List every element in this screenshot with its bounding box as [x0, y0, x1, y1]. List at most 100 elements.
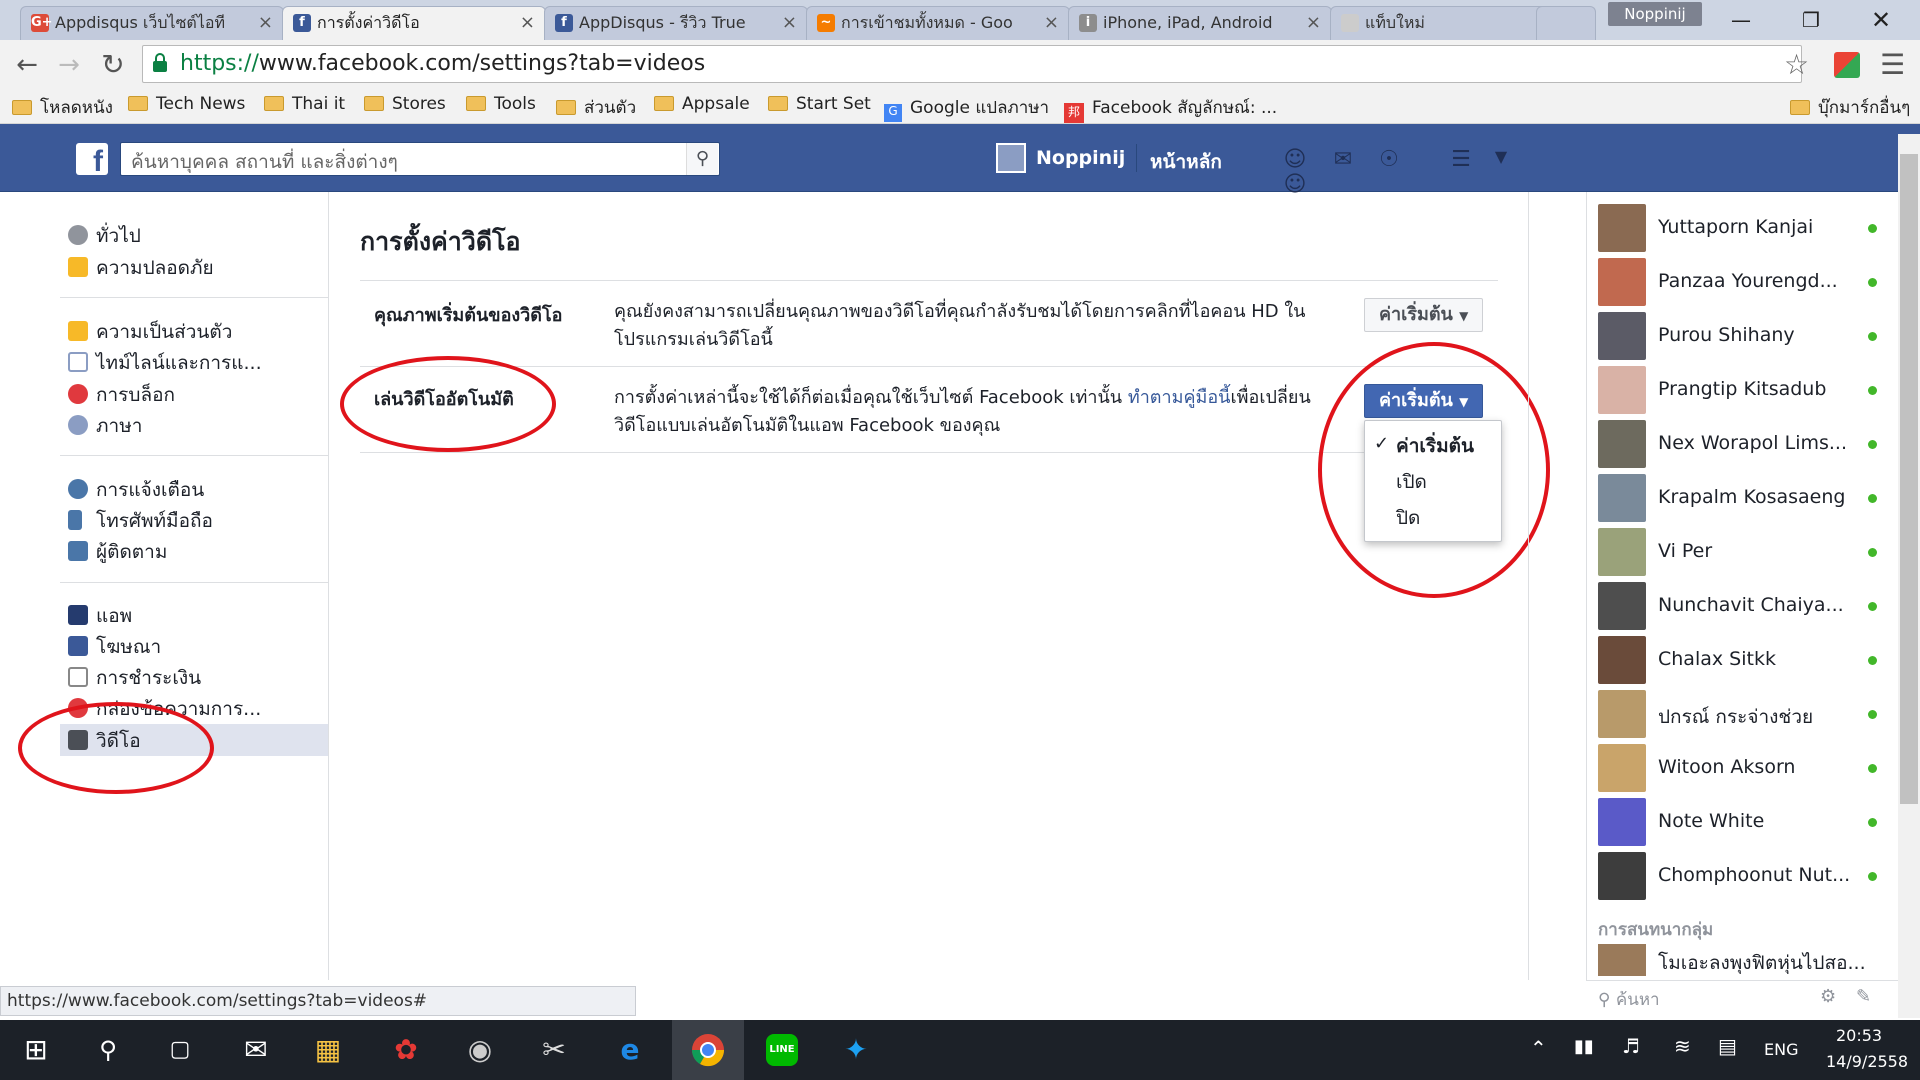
- tab-close-icon[interactable]: ×: [520, 7, 535, 39]
- bookmark-item[interactable]: Appsale: [654, 94, 750, 114]
- line-app-icon[interactable]: LINE: [760, 1030, 804, 1070]
- bookmark-star-icon[interactable]: ☆: [1784, 48, 1809, 81]
- chat-contact[interactable]: Chomphoonut Nut...: [1598, 852, 1888, 900]
- photoscape-icon[interactable]: ◉: [458, 1030, 502, 1070]
- nav-item-notifications[interactable]: การแจ้งเตือน: [68, 475, 204, 501]
- tab-close-icon[interactable]: ×: [782, 7, 797, 39]
- chevron-up-icon[interactable]: ⌃: [1530, 1036, 1547, 1060]
- chat-contact[interactable]: Purou Shihany: [1598, 312, 1888, 360]
- menu-icon[interactable]: ☰: [1880, 48, 1905, 81]
- notifications-globe-icon[interactable]: ☉: [1372, 147, 1406, 173]
- bookmark-item[interactable]: โหลดหนัง: [12, 94, 113, 121]
- wifi-icon[interactable]: ≋: [1674, 1034, 1691, 1058]
- scrollbar-thumb[interactable]: [1900, 154, 1918, 804]
- autoplay-guide-link[interactable]: ทำตามคู่มือนี้: [1128, 387, 1231, 408]
- nav-item-privacy[interactable]: ความเป็นส่วนตัว: [68, 317, 232, 343]
- input-language[interactable]: ENG: [1764, 1040, 1798, 1059]
- nav-item-blocking[interactable]: การบล็อก: [68, 380, 175, 406]
- avatar[interactable]: [996, 143, 1026, 173]
- nav-item-security[interactable]: ความปลอดภัย: [68, 253, 214, 279]
- tab-close-icon[interactable]: ×: [258, 7, 273, 39]
- compose-icon[interactable]: ✎: [1856, 986, 1871, 1007]
- chat-contact[interactable]: Witoon Aksorn: [1598, 744, 1888, 792]
- file-explorer-icon[interactable]: ▦: [306, 1030, 350, 1070]
- forward-icon[interactable]: →: [52, 48, 86, 82]
- browser-tab[interactable]: f การตั้งค่าวิดีโอ ×: [282, 6, 546, 40]
- quality-dropdown[interactable]: ค่าเริ่มต้น ▼: [1364, 298, 1484, 332]
- chat-contact[interactable]: Note White: [1598, 798, 1888, 846]
- profile-link[interactable]: Noppinij: [1036, 147, 1125, 169]
- action-center-icon[interactable]: ▤: [1718, 1034, 1737, 1058]
- search-icon[interactable]: ⚲: [686, 143, 718, 175]
- chat-contact[interactable]: Vi Per: [1598, 528, 1888, 576]
- facebook-search-input[interactable]: ค้นหาบุคคล สถานที่ และสิ่งต่างๆ: [120, 142, 720, 176]
- chrome-icon[interactable]: [686, 1030, 730, 1070]
- bookmark-item[interactable]: Stores: [364, 94, 446, 114]
- volume-icon[interactable]: ♬: [1622, 1034, 1640, 1058]
- bookmark-item[interactable]: 邦 Facebook สัญลักษณ์: ...: [1064, 94, 1277, 123]
- bookmark-item[interactable]: Tools: [466, 94, 536, 114]
- chat-contact[interactable]: Nunchavit Chaiya...: [1598, 582, 1888, 630]
- nav-item-apps[interactable]: แอพ: [68, 601, 132, 627]
- group-conversation-item[interactable]: โมเอะลงพุงฟิตหุ่นไปสอ...: [1658, 948, 1888, 978]
- app-icon[interactable]: ✿: [384, 1030, 428, 1070]
- twitter-icon[interactable]: ✦: [834, 1030, 878, 1070]
- nav-item-language[interactable]: ภาษา: [68, 411, 142, 437]
- contact-name: Chomphoonut Nut...: [1658, 864, 1851, 886]
- privacy-shortcuts-icon[interactable]: ☰: [1444, 147, 1478, 173]
- nav-item-followers[interactable]: ผู้ติดตาม: [68, 537, 167, 563]
- extension-icon[interactable]: [1834, 52, 1860, 78]
- close-window-icon[interactable]: ✕: [1856, 4, 1906, 36]
- home-link[interactable]: หน้าหลัก: [1150, 147, 1222, 177]
- bookmark-item[interactable]: Start Set: [768, 94, 871, 114]
- facebook-logo-icon[interactable]: f: [76, 143, 108, 178]
- battery-icon[interactable]: ▮▮: [1574, 1036, 1594, 1057]
- browser-tab[interactable]: f AppDisqus - รีวิว True ×: [544, 6, 808, 40]
- mail-icon[interactable]: ✉: [234, 1030, 278, 1070]
- edge-icon[interactable]: e: [608, 1030, 652, 1070]
- chat-contact[interactable]: Prangtip Kitsadub: [1598, 366, 1888, 414]
- chat-contact[interactable]: Panzaa Yourengd...: [1598, 258, 1888, 306]
- messages-icon[interactable]: ✉: [1326, 147, 1360, 173]
- chat-contact[interactable]: Chalax Sitkk: [1598, 636, 1888, 684]
- other-bookmarks[interactable]: บุ๊กมาร์กอื่นๆ: [1790, 94, 1910, 121]
- chat-contact[interactable]: Nex Worapol Lims...: [1598, 420, 1888, 468]
- bookmark-item[interactable]: Tech News: [128, 94, 245, 114]
- nav-item-general[interactable]: ทั่วไป: [68, 221, 141, 247]
- chat-search-placeholder: ค้นหา: [1615, 990, 1660, 1010]
- bookmark-item[interactable]: G Google แปลภาษา: [884, 94, 1049, 122]
- task-view-icon[interactable]: ▢: [158, 1030, 202, 1070]
- nav-item-ads[interactable]: โฆษณา: [68, 632, 161, 658]
- bookmark-item[interactable]: Thai it: [264, 94, 345, 114]
- chat-contact[interactable]: Krapalm Kosasaeng: [1598, 474, 1888, 522]
- bookmark-item[interactable]: ส่วนตัว: [556, 94, 636, 121]
- avatar: [1598, 474, 1646, 522]
- browser-tab[interactable]: G+ Appdisqus เว็บไซต์ไอที ×: [20, 6, 284, 40]
- search-icon[interactable]: ⚲: [86, 1030, 130, 1070]
- minimize-icon[interactable]: —: [1716, 4, 1766, 36]
- windows-start-icon[interactable]: ⊞: [14, 1030, 58, 1070]
- tab-close-icon[interactable]: ×: [1044, 7, 1059, 39]
- chevron-down-icon: ▼: [1459, 309, 1469, 323]
- tab-close-icon[interactable]: ×: [1306, 7, 1321, 39]
- clock-date[interactable]: 14/9/2558: [1826, 1052, 1908, 1071]
- clock-time[interactable]: 20:53: [1836, 1026, 1882, 1045]
- account-menu-chevron-down-icon[interactable]: ▼: [1484, 147, 1518, 173]
- friend-requests-icon[interactable]: ☺☺: [1278, 147, 1312, 197]
- new-tab-button[interactable]: [1536, 6, 1596, 40]
- profile-name[interactable]: Noppinij: [1608, 2, 1702, 26]
- chat-contact[interactable]: Yuttaporn Kanjai: [1598, 204, 1888, 252]
- browser-tab[interactable]: i iPhone, iPad, Android ×: [1068, 6, 1332, 40]
- back-icon[interactable]: ←: [10, 48, 44, 82]
- chat-search-input[interactable]: ⚲ ค้นหา: [1598, 986, 1660, 1013]
- restore-icon[interactable]: ❐: [1786, 4, 1836, 36]
- nav-item-payments[interactable]: การชำระเงิน: [68, 663, 201, 689]
- reload-icon[interactable]: ↻: [96, 48, 130, 82]
- gear-icon[interactable]: ⚙: [1820, 986, 1836, 1007]
- nav-item-timeline[interactable]: ไทม์ไลน์และการแ...: [68, 348, 262, 374]
- avatar: [1598, 944, 1646, 976]
- chat-contact[interactable]: ปกรณ์ กระจ่างช่วย: [1598, 690, 1888, 738]
- browser-tab[interactable]: ~ การเข้าชมทั้งหมด - Goo ×: [806, 6, 1070, 40]
- nav-item-mobile[interactable]: โทรศัพท์มือถือ: [68, 506, 213, 532]
- snipping-tool-icon[interactable]: ✂: [532, 1030, 576, 1070]
